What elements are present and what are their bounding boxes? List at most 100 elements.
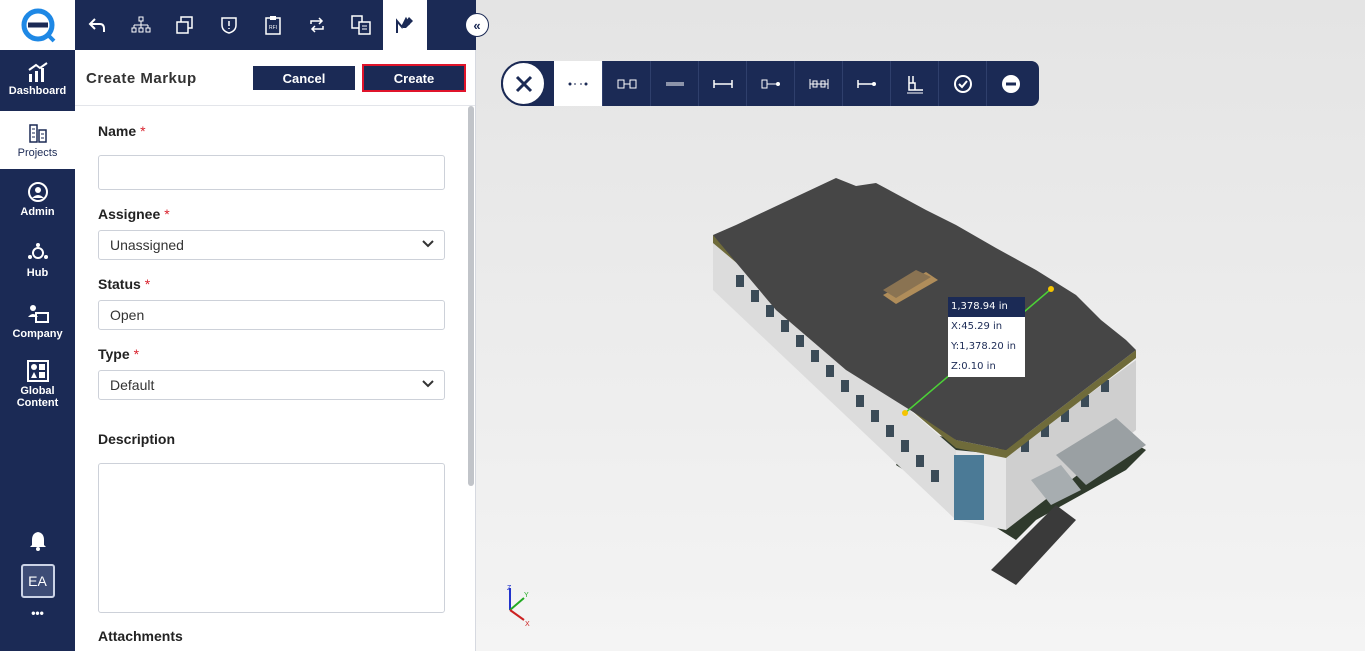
type-select[interactable]: Default	[98, 370, 445, 400]
user-avatar-wrap: EA	[0, 564, 75, 598]
nav-hub-label: Hub	[26, 266, 49, 279]
nav-projects-label: Projects	[17, 146, 58, 159]
assignee-value: Unassigned	[110, 237, 184, 253]
face-distance-icon	[761, 79, 780, 88]
panel-header: Create Markup Cancel Create	[75, 50, 475, 106]
panel-tabs: RFI	[75, 0, 476, 50]
axis-gizmo: Z Y X	[507, 585, 530, 628]
hub-icon	[27, 242, 48, 259]
cancel-button[interactable]: Cancel	[253, 66, 355, 90]
line-icon	[665, 82, 684, 85]
nav-projects[interactable]: Projects	[0, 111, 75, 169]
tool-face-distance[interactable]	[746, 61, 794, 106]
left-navigation: Dashboard Projects Admin Hub Company Glo…	[0, 0, 75, 651]
tab-hierarchy[interactable]	[119, 0, 163, 50]
hierarchy-icon	[131, 16, 151, 33]
axis-y-label: Y	[524, 592, 529, 599]
nav-admin-label: Admin	[20, 205, 55, 218]
ray-icon	[856, 79, 876, 88]
tab-rfi[interactable]: RFI	[251, 0, 295, 50]
tool-confirm[interactable]	[938, 61, 986, 106]
assignee-label: Assignee *	[98, 206, 170, 222]
axis-z-label: Z	[507, 585, 512, 592]
measure-end-point[interactable]	[1048, 286, 1054, 292]
close-measure-button[interactable]	[501, 61, 546, 106]
tool-ray[interactable]	[842, 61, 890, 106]
tool-line[interactable]	[650, 61, 698, 106]
required-mark: *	[133, 346, 140, 362]
tab-markup[interactable]	[383, 0, 427, 50]
model-viewer[interactable]: 1,378.94 in X:45.29 in Y:1,378.20 in Z:0…	[476, 0, 1365, 651]
tool-point-to-point[interactable]	[554, 61, 602, 106]
measure-toolbar	[501, 61, 1039, 106]
description-label: Description	[98, 431, 176, 447]
tab-sync[interactable]	[295, 0, 339, 50]
sync-icon	[310, 17, 324, 33]
type-value: Default	[110, 377, 155, 393]
nav-global-content[interactable]: Global Content	[0, 353, 75, 415]
create-markup-panel: Create Markup Cancel Create Name * Assign…	[75, 50, 476, 651]
nav-admin[interactable]: Admin	[0, 170, 75, 228]
nav-hub[interactable]: Hub	[0, 231, 75, 289]
required-mark: *	[164, 206, 170, 222]
tool-distance[interactable]	[698, 61, 746, 106]
svg-text:RFI: RFI	[269, 25, 277, 31]
app-root: Dashboard Projects Admin Hub Company Glo…	[0, 0, 1365, 651]
nav-global-content-label: Global Content	[16, 384, 59, 409]
company-icon	[27, 304, 49, 323]
markup-icon	[396, 16, 413, 33]
chevron-down-icon	[422, 240, 434, 248]
axis-x-label: X	[525, 621, 530, 628]
app-logo[interactable]	[0, 0, 75, 50]
measure-start-point[interactable]	[902, 410, 908, 416]
create-button[interactable]: Create	[362, 64, 466, 92]
remove-icon	[1001, 74, 1020, 93]
tab-compare[interactable]	[339, 0, 383, 50]
user-avatar[interactable]: EA	[20, 564, 55, 598]
more-menu[interactable]: •••	[0, 606, 75, 620]
name-input[interactable]	[98, 155, 445, 190]
nav-dashboard[interactable]: Dashboard	[0, 50, 75, 108]
tool-dimension[interactable]	[794, 61, 842, 106]
angle-icon	[906, 75, 923, 93]
tab-back[interactable]	[75, 0, 119, 50]
tool-edge-length[interactable]	[602, 61, 650, 106]
confirm-icon	[953, 74, 972, 93]
dashboard-icon	[27, 61, 48, 82]
nav-company-label: Company	[12, 327, 63, 340]
logo-icon	[21, 8, 55, 43]
close-icon	[515, 75, 532, 92]
description-textarea[interactable]	[98, 463, 445, 613]
type-label-text: Type	[98, 346, 130, 362]
status-label: Status *	[98, 276, 150, 292]
admin-icon	[27, 181, 48, 202]
point-to-point-icon	[568, 82, 588, 85]
back-icon	[88, 18, 105, 32]
assignee-label-text: Assignee	[98, 206, 161, 222]
measure-total: 1,378.94 in	[948, 297, 1025, 317]
tool-remove[interactable]	[986, 61, 1034, 106]
chevron-down-icon	[422, 380, 434, 388]
type-label: Type *	[98, 346, 139, 362]
status-field[interactable]: Open	[98, 300, 445, 330]
nav-dashboard-label: Dashboard	[8, 84, 67, 97]
collapse-panel-button[interactable]: «	[465, 13, 489, 37]
tool-angle[interactable]	[890, 61, 938, 106]
measure-y: Y:1,378.20 in	[951, 341, 1016, 352]
tab-copy[interactable]	[163, 0, 207, 50]
measure-x: X:45.29 in	[951, 321, 1003, 332]
assignee-select[interactable]: Unassigned	[98, 230, 445, 260]
bell-icon	[29, 532, 46, 551]
required-mark: *	[140, 123, 146, 139]
notifications[interactable]	[0, 530, 75, 552]
panel-scrollbar[interactable]	[468, 106, 474, 486]
copy-icon	[176, 16, 193, 34]
issue-icon	[221, 17, 237, 34]
measurement-readout: 1,378.94 in X:45.29 in Y:1,378.20 in Z:0…	[948, 297, 1025, 377]
nav-company[interactable]: Company	[0, 292, 75, 350]
edge-length-icon	[617, 79, 636, 88]
tab-issues[interactable]	[207, 0, 251, 50]
required-mark: *	[144, 276, 151, 292]
name-label: Name *	[98, 123, 146, 139]
compare-icon	[351, 15, 371, 35]
